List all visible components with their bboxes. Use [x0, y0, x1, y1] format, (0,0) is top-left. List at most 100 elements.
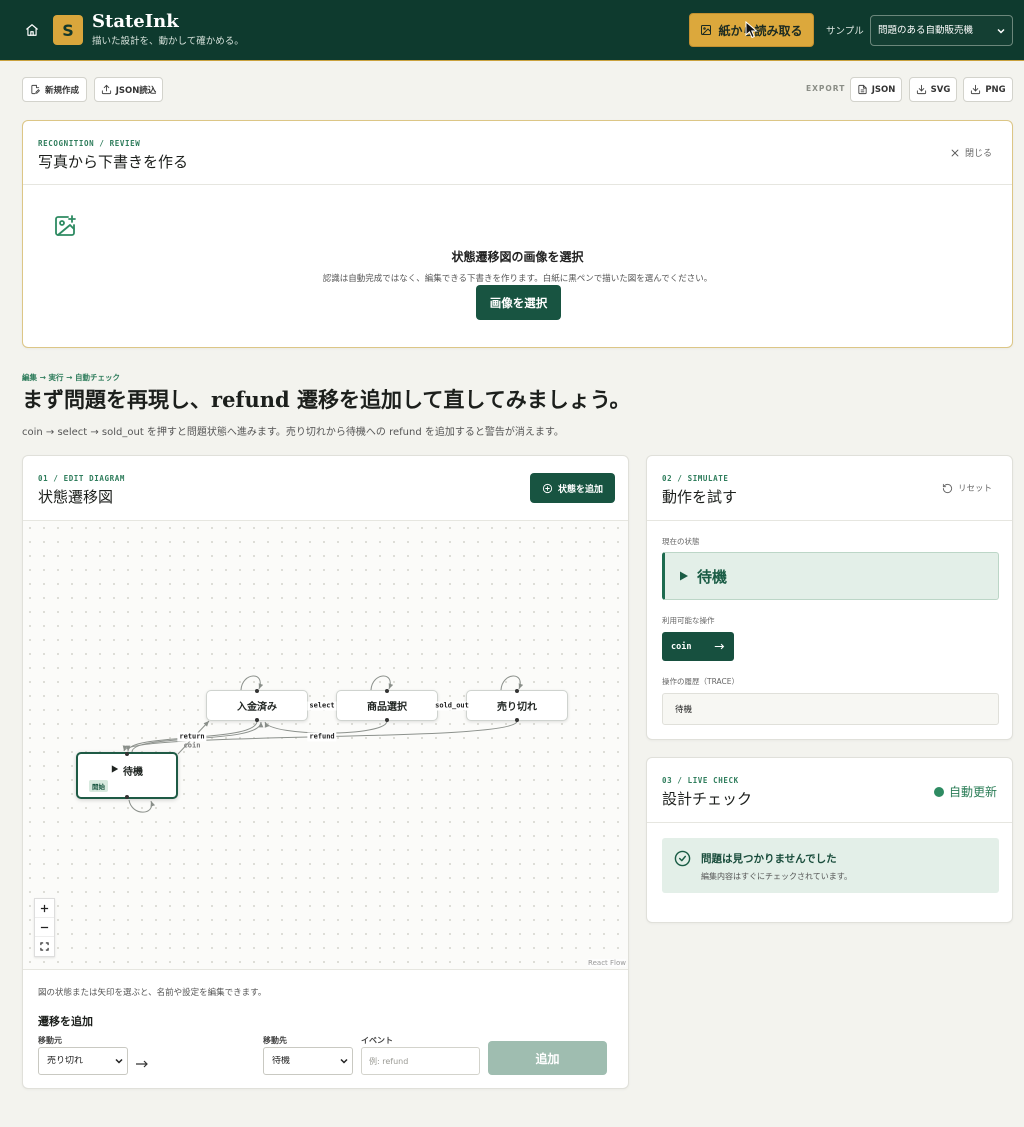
export-png-button[interactable]: PNG	[963, 77, 1013, 102]
drop-description: 認識は自動完成ではなく、編集できる下書きを作ります。白紙に黒ペンで描いた図を選ん…	[322, 274, 713, 284]
state-node-label: 商品選択	[367, 702, 407, 713]
select-image-button[interactable]: 画像を選択	[476, 285, 561, 320]
diagram-edges	[122, 675, 524, 813]
drop-title: 状態遷移図の画像を選択	[451, 250, 584, 264]
status-dot-icon	[933, 786, 944, 797]
page-heading: まず問題を再現し、refund 遷移を追加して直してみましょう。	[22, 387, 631, 412]
react-flow-attribution[interactable]: React Flow	[588, 959, 626, 967]
page-description: coin → select → sold_out を押すと問題状態へ進みます。売…	[22, 427, 564, 438]
event-input[interactable]	[361, 1047, 480, 1075]
add-transition-button[interactable]: 追加	[488, 1041, 607, 1075]
app-tagline: 描いた設計を、動かして確かめる。	[92, 36, 244, 47]
import-json-button[interactable]: JSON読込	[94, 77, 163, 102]
self-loop-idle[interactable]	[128, 799, 156, 813]
home-icon[interactable]	[25, 23, 39, 37]
check-circle-icon	[674, 850, 691, 867]
edge-label[interactable]: sold_out	[433, 701, 471, 711]
sample-select[interactable]: 問題のある自動販売機	[870, 15, 1013, 46]
current-state-label: 現在の状態	[662, 537, 700, 546]
state-node-label: 待機	[123, 767, 143, 778]
recognition-title: 写真から下書きを作る	[38, 153, 189, 171]
actions-label: 利用可能な操作	[662, 616, 715, 625]
plus-icon	[40, 904, 49, 913]
to-label: 移動先	[263, 1036, 287, 1045]
panel-divider	[647, 822, 1012, 823]
self-loop-select[interactable]	[370, 675, 394, 691]
fit-view-button[interactable]	[35, 937, 54, 956]
add-state-label: 状態を追加	[557, 484, 603, 495]
initial-state-node[interactable]: 待機 開始	[76, 752, 178, 799]
export-json-button[interactable]: JSON	[850, 77, 902, 102]
minus-icon	[40, 923, 49, 932]
new-diagram-button[interactable]: 新規作成	[22, 77, 87, 102]
panel-divider	[647, 520, 1012, 521]
live-check-title: 設計チェック	[662, 790, 753, 808]
zoom-in-button[interactable]	[35, 899, 54, 918]
live-check-panel: 03 / LIVE CHECK 設計チェック 自動更新 問題は見つかりませんでし…	[646, 757, 1013, 923]
state-node[interactable]: 商品選択	[336, 689, 438, 722]
plus-circle-icon	[542, 483, 553, 494]
simulate-eyebrow: 02 / SIMULATE	[662, 474, 729, 483]
editor-panel: 01 / EDIT DIAGRAM 状態遷移図 状態を追加 入金済み 商品選択 …	[22, 455, 629, 1089]
close-label: 閉じる	[964, 149, 992, 159]
close-button[interactable]: 閉じる	[950, 146, 992, 159]
download-icon	[970, 84, 981, 95]
edge-label[interactable]: refund	[307, 732, 337, 742]
trace-label: 操作の履歴（TRACE）	[662, 677, 739, 686]
diagram-canvas[interactable]: 入金済み 商品選択 売り切れ 待機 開始 select sold_out coi…	[23, 521, 628, 969]
add-state-button[interactable]: 状態を追加	[530, 473, 615, 503]
edge-label[interactable]: select	[307, 701, 337, 711]
sample-label: サンプル	[826, 26, 864, 37]
to-state-select[interactable]: 待機	[263, 1047, 353, 1075]
add-transition-title: 遷移を追加	[38, 1015, 93, 1028]
trace-item: 待機	[675, 705, 693, 715]
panel-divider	[23, 969, 628, 970]
export-svg-button[interactable]: SVG	[909, 77, 957, 102]
recognition-panel: RECOGNITION / REVIEW 写真から下書きを作る 閉じる 状態遷移…	[22, 120, 1013, 348]
zoom-out-button[interactable]	[35, 918, 54, 937]
edge-label[interactable]: coin	[182, 742, 203, 751]
close-icon	[950, 148, 960, 158]
state-node[interactable]: 売り切れ	[466, 689, 568, 722]
fit-view-icon	[40, 942, 49, 951]
from-state-select[interactable]: 売り切れ	[38, 1047, 128, 1075]
upload-icon	[101, 84, 112, 95]
edge-back[interactable]	[264, 720, 388, 734]
current-state-value: 待機	[697, 567, 728, 586]
state-node[interactable]: 入金済み	[206, 689, 308, 722]
auto-update-label: 自動更新	[948, 785, 997, 799]
play-triangle-icon	[111, 765, 119, 773]
download-icon	[916, 84, 927, 95]
auto-update-indicator: 自動更新	[933, 783, 997, 800]
editor-eyebrow: 01 / EDIT DIAGRAM	[38, 474, 125, 483]
self-loop-paid[interactable]	[240, 675, 264, 691]
check-result-description: 編集内容はすぐにチェックされています。	[701, 872, 852, 881]
app-logo: S	[53, 15, 83, 45]
play-triangle-icon	[679, 571, 689, 581]
export-label: EXPORT	[806, 84, 846, 93]
logo-letter: S	[62, 20, 74, 40]
export-json-label: JSON	[871, 84, 896, 95]
export-png-label: PNG	[985, 84, 1006, 95]
self-loop-soldout[interactable]	[500, 675, 524, 691]
state-node-label: 売り切れ	[497, 702, 537, 713]
action-button[interactable]: coin	[662, 632, 734, 661]
reset-button[interactable]: リセット	[942, 482, 992, 494]
simulate-panel: 02 / SIMULATE 動作を試す リセット 現在の状態 待機 利用可能な操…	[646, 455, 1013, 740]
trace-box: 待機	[662, 693, 999, 725]
app-name: StateInk	[92, 11, 179, 32]
scan-paper-label: 紙から読み取る	[718, 23, 803, 38]
check-result: 問題は見つかりませんでした 編集内容はすぐにチェックされています。	[662, 838, 999, 893]
reset-label: リセット	[957, 484, 992, 494]
export-svg-label: SVG	[930, 84, 951, 95]
image-plus-icon	[53, 214, 77, 238]
event-label: イベント	[361, 1036, 393, 1045]
import-json-label: JSON読込	[115, 85, 157, 96]
arrow-right-icon	[714, 641, 725, 652]
edge-label[interactable]: return	[177, 732, 207, 742]
action-label: coin	[671, 641, 692, 652]
scan-image-icon	[700, 24, 712, 36]
app-header: S StateInk 描いた設計を、動かして確かめる。 紙から読み取る サンプル…	[0, 0, 1024, 61]
panel-divider	[23, 184, 1012, 185]
workflow-steps: 編集 → 実行 → 自動チェック	[22, 373, 121, 382]
